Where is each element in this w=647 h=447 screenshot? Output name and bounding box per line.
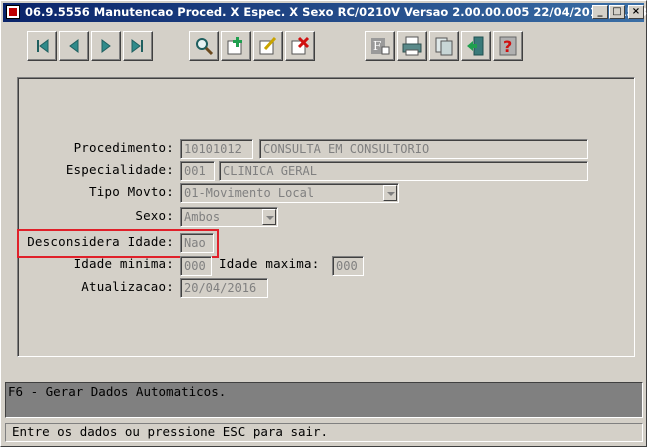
chevron-down-icon[interactable] — [383, 185, 397, 201]
sexo-value: Ambos — [184, 210, 221, 224]
tipo-movto-select[interactable]: 01-Movimento Local — [180, 183, 399, 203]
close-button[interactable]: × — [628, 5, 644, 19]
maximize-button[interactable]: □ — [609, 5, 625, 19]
window-title: 06.9.5556 Manutencao Proced. X Espec. X … — [25, 5, 647, 19]
idade-maxima-label: Idade maxima: — [219, 256, 320, 271]
especialidade-description-field[interactable]: CLINICA GERAL — [219, 161, 588, 181]
last-record-button[interactable] — [123, 31, 153, 61]
chevron-down-icon[interactable] — [262, 209, 276, 225]
previous-record-button[interactable] — [59, 31, 89, 61]
hint-message-area: F6 - Gerar Dados Automaticos. — [5, 382, 643, 418]
edit-button[interactable] — [253, 31, 283, 61]
app-window: 06.9.5556 Manutencao Proced. X Espec. X … — [0, 0, 647, 447]
minimize-button[interactable]: _ — [592, 5, 608, 19]
sexo-label: Sexo: — [135, 208, 174, 223]
idade-maxima-field[interactable]: 000 — [332, 256, 364, 276]
atualizacao-label: Atualizacao: — [81, 279, 174, 294]
procedimento-code-field[interactable]: 10101012 — [180, 139, 253, 159]
help-icon: ? — [499, 36, 517, 56]
print-button[interactable] — [397, 31, 427, 61]
first-icon — [37, 39, 49, 53]
status-message: Entre os dados ou pressione ESC para sai… — [12, 424, 329, 439]
filter-button[interactable]: F — [365, 31, 395, 61]
especialidade-label: Especialidade: — [65, 162, 174, 177]
last-icon — [131, 39, 143, 53]
svg-text:F: F — [373, 39, 381, 53]
add-icon — [227, 37, 242, 55]
hint-message: F6 - Gerar Dados Automaticos. — [8, 384, 227, 399]
procedimento-label: Procedimento: — [73, 140, 174, 155]
especialidade-code-field[interactable]: 001 — [180, 161, 215, 181]
delete-icon — [291, 36, 310, 55]
help-button[interactable]: ? — [493, 31, 523, 61]
svg-text:?: ? — [503, 37, 512, 56]
procedimento-description-field[interactable]: CONSULTA EM CONSULTORIO — [259, 139, 588, 159]
atualizacao-field[interactable]: 20/04/2016 — [180, 278, 268, 298]
add-button[interactable] — [221, 31, 251, 61]
exit-icon — [467, 36, 484, 56]
previous-icon — [69, 39, 79, 53]
copy-button[interactable] — [429, 31, 459, 61]
printer-icon — [402, 36, 422, 56]
idade-minima-label: Idade minima: — [73, 256, 174, 271]
delete-button[interactable] — [285, 31, 315, 61]
first-record-button[interactable] — [27, 31, 57, 61]
next-record-button[interactable] — [91, 31, 121, 61]
next-icon — [101, 39, 111, 53]
idade-minima-field[interactable]: 000 — [180, 256, 212, 276]
sexo-select[interactable]: Ambos — [180, 207, 278, 227]
tipo-movto-value: 01-Movimento Local — [184, 186, 315, 200]
toolbar: F ? — [17, 27, 635, 65]
desconsidera-idade-label: Desconsidera Idade: — [27, 234, 174, 249]
zoom-icon — [196, 38, 214, 56]
app-icon — [6, 5, 20, 19]
exit-button[interactable] — [461, 31, 491, 61]
tipo-movto-label: Tipo Movto: — [89, 184, 174, 199]
desconsidera-idade-field[interactable]: Nao — [180, 233, 214, 253]
status-bar: Entre os dados ou pressione ESC para sai… — [5, 423, 643, 442]
search-button[interactable] — [189, 31, 219, 61]
edit-icon — [259, 36, 277, 55]
title-bar: 06.9.5556 Manutencao Proced. X Espec. X … — [3, 3, 647, 22]
copy-icon — [435, 37, 453, 56]
filter-icon: F — [371, 38, 390, 55]
